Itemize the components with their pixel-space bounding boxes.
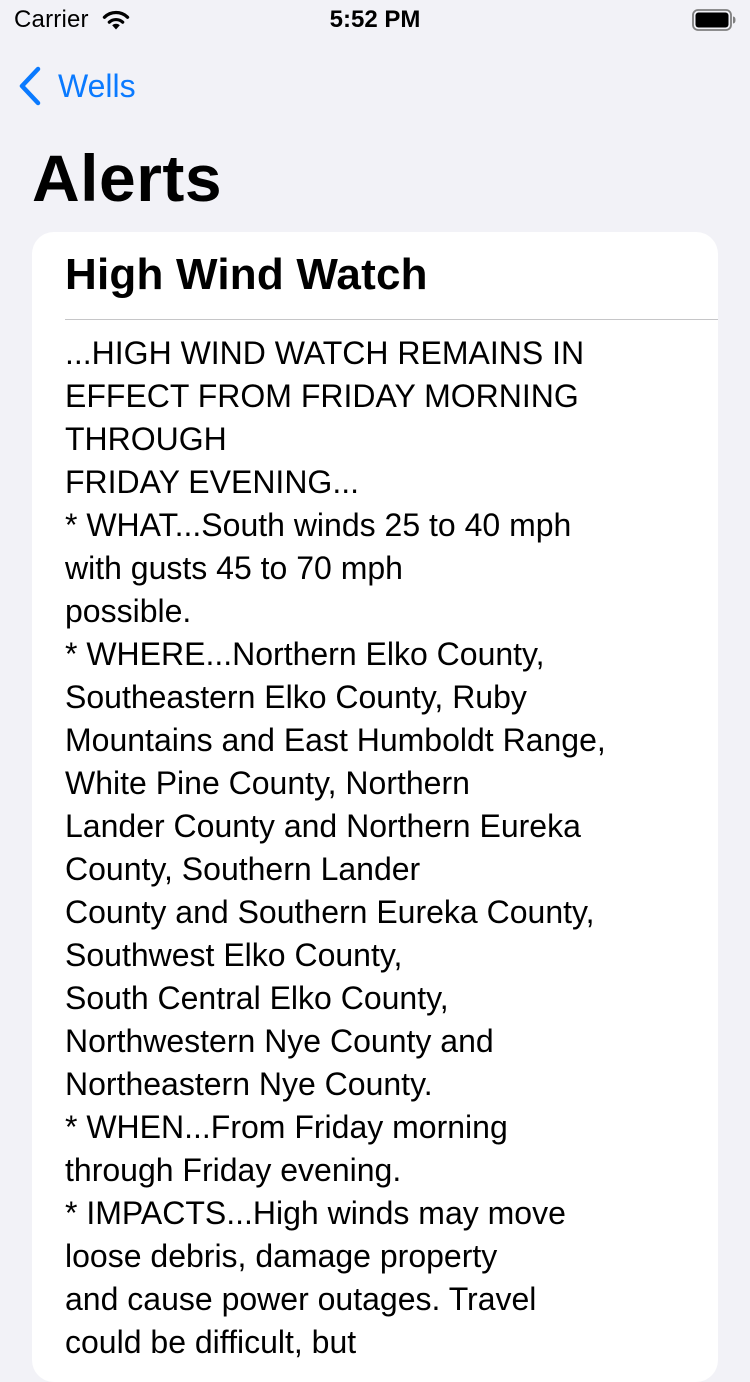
page-title: Alerts bbox=[32, 141, 223, 215]
alert-text-line: County, Southern Lander bbox=[65, 851, 421, 887]
alert-text-line: FRIDAY EVENING... bbox=[65, 464, 359, 500]
alert-text-line: * WHERE...Northern Elko County, bbox=[65, 636, 545, 672]
alert-text-line: could be difficult, but bbox=[65, 1324, 357, 1360]
alert-text-line: Southeastern Elko County, Ruby bbox=[65, 679, 527, 715]
chevron-left-icon bbox=[19, 66, 41, 106]
clock: 5:52 PM bbox=[329, 6, 421, 33]
divider bbox=[65, 319, 718, 320]
alert-description: ...HIGH WIND WATCH REMAINS IN EFFECT FRO… bbox=[65, 332, 705, 1364]
alert-text-line: * IMPACTS...High winds may move bbox=[65, 1195, 566, 1231]
alert-text-line: THROUGH bbox=[65, 421, 227, 457]
alert-card: High Wind Watch ...HIGH WIND WATCH REMAI… bbox=[32, 232, 718, 1382]
alert-text-line: possible. bbox=[65, 593, 192, 629]
alert-text-line: EFFECT FROM FRIDAY MORNING bbox=[65, 378, 579, 414]
alert-text-line: through Friday evening. bbox=[65, 1152, 402, 1188]
alert-text-line: loose debris, damage property bbox=[65, 1238, 498, 1274]
alert-text-line: with gusts 45 to 70 mph bbox=[65, 550, 403, 586]
navigation-bar: Wells bbox=[0, 60, 750, 110]
alert-text-line: White Pine County, Northern bbox=[65, 765, 470, 801]
alert-text-line: Northeastern Nye County. bbox=[65, 1066, 433, 1102]
back-label: Wells bbox=[58, 67, 136, 104]
alert-text-line: * WHAT...South winds 25 to 40 mph bbox=[65, 507, 572, 543]
alert-text-line: ...HIGH WIND WATCH REMAINS IN bbox=[65, 335, 585, 371]
battery-icon bbox=[692, 9, 736, 31]
alert-text-line: * WHEN...From Friday morning bbox=[65, 1109, 508, 1145]
alert-title: High Wind Watch bbox=[65, 250, 428, 299]
alert-text-line: Mountains and East Humboldt Range, bbox=[65, 722, 606, 758]
status-bar: Carrier 5:52 PM bbox=[0, 0, 750, 40]
alert-text-line: Northwestern Nye County and bbox=[65, 1023, 494, 1059]
back-button[interactable]: Wells bbox=[18, 64, 136, 108]
alert-text-line: Southwest Elko County, bbox=[65, 937, 403, 973]
alert-text-line: South Central Elko County, bbox=[65, 980, 449, 1016]
alert-text-line: Lander County and Northern Eureka bbox=[65, 808, 581, 844]
alert-text-line: and cause power outages. Travel bbox=[65, 1281, 537, 1317]
alert-text-line: County and Southern Eureka County, bbox=[65, 894, 595, 930]
